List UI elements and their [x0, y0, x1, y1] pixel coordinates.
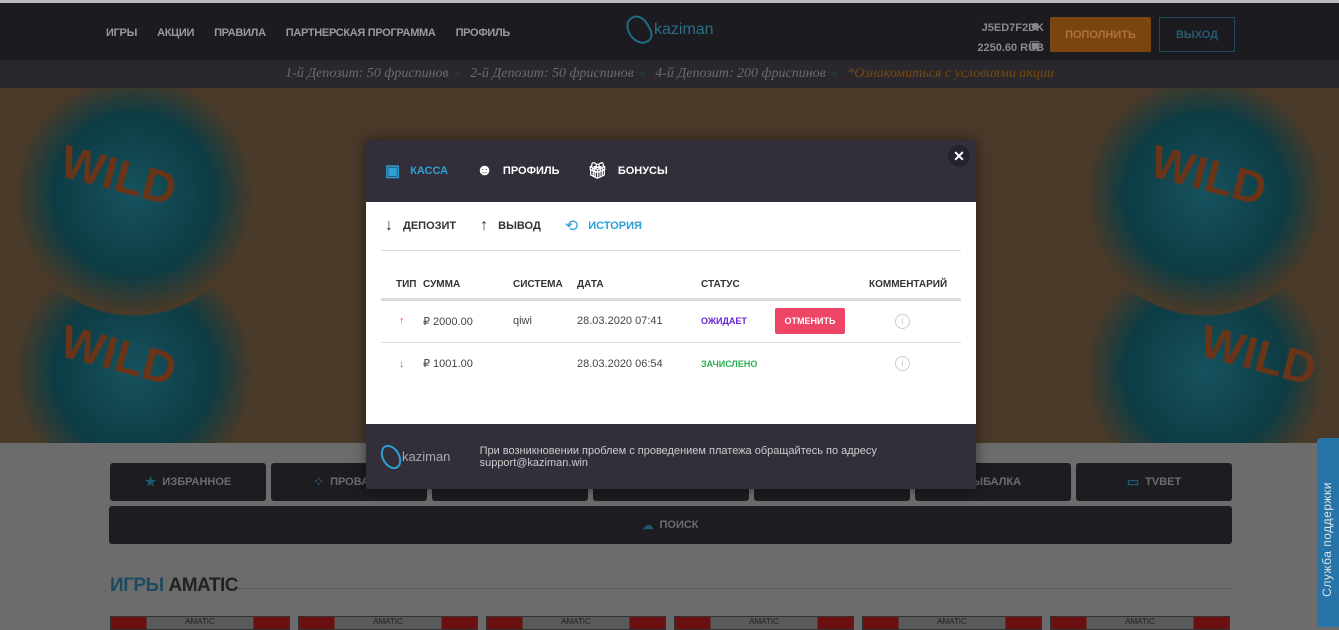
game-thumb[interactable]: AMATIC [862, 616, 1042, 630]
tab-label: КАССА [410, 165, 449, 177]
promo-terms-link[interactable]: *Ознакомиться с условиями акции [847, 66, 1054, 81]
circle-icon: ○ [454, 69, 461, 80]
wallet-icon[interactable]: ▣ [1029, 36, 1042, 55]
search-label: ПОИСК [659, 519, 699, 531]
col-type: ТИП [381, 271, 423, 301]
logout-button[interactable]: ВЫХОД [1159, 17, 1235, 52]
footer-logo: kaziman [376, 440, 480, 473]
game-thumb[interactable]: AMATIC [110, 616, 290, 630]
col-date: ДАТА [577, 271, 701, 301]
status-badge: ЗАЧИСЛЕНО [701, 358, 758, 369]
promo-item: 4-й Депозит: 200 фриспинов [655, 66, 826, 81]
support-tab[interactable]: Служба поддержки [1317, 438, 1339, 627]
history-table: ТИП СУММА СИСТЕМА ДАТА СТАТУС КОММЕНТАРИ… [381, 271, 961, 385]
logo-mark-icon [621, 11, 657, 49]
providers-icon: ⁘ [313, 474, 325, 489]
table-row: ↑ ₽ 2000.00 qiwi 28.03.2020 07:41 ОЖИДАЕ… [381, 299, 961, 343]
col-action [775, 271, 869, 301]
type-down-icon: ↓ [399, 357, 405, 370]
nav-promotions[interactable]: АКЦИИ [157, 27, 194, 39]
support-label: Служба поддержки [1320, 482, 1334, 597]
tab-cashier[interactable]: ▣ КАССА [385, 161, 448, 181]
arrow-up-icon: ↑ [480, 217, 489, 234]
nav-profile[interactable]: ПРОФИЛЬ [456, 27, 511, 39]
category-label: ИЗБРАННОЕ [162, 476, 232, 488]
banner-wild: WILD [1145, 134, 1273, 216]
arrow-down-icon: ↓ [385, 217, 393, 234]
type-up-icon: ↑ [381, 299, 423, 343]
date: 28.03.2020 06:54 [577, 357, 663, 370]
system [513, 342, 577, 385]
logo-text: kaziman [402, 449, 451, 464]
col-comment: КОММЕНТАРИЙ [869, 271, 961, 301]
nav-partner[interactable]: ПАРТНЕРСКАЯ ПРОГРАММА [286, 27, 436, 39]
logo-text: kaziman [654, 21, 714, 38]
history-icon: ⟲ [564, 218, 579, 235]
promo-item: 2-й Депозит: 50 фриспинов [470, 66, 634, 81]
tab-label: БОНУСЫ [617, 165, 668, 177]
promo-item: 1-й Депозит: 50 фриспинов [285, 66, 449, 81]
game-thumb[interactable]: AMATIC [1050, 616, 1230, 630]
amount: ₽ 2000.00 [423, 299, 513, 343]
subtab-label: ИСТОРИЯ [588, 220, 642, 232]
header: ИГРЫ АКЦИИ ПРАВИЛА ПАРТНЕРСКАЯ ПРОГРАММА… [0, 0, 1339, 60]
subtab-label: ДЕПОЗИТ [403, 220, 457, 232]
category-tvbet[interactable]: ▭ TVBET [1076, 463, 1232, 501]
nav-rules[interactable]: ПРАВИЛА [214, 27, 266, 39]
game-thumb[interactable]: AMATIC [486, 616, 666, 630]
amount: ₽ 1001.00 [423, 358, 473, 371]
category-label: TVBET [1145, 476, 1182, 488]
profile-face-icon[interactable]: ☻ [1029, 17, 1042, 36]
tab-profile[interactable]: ☻ ПРОФИЛЬ [476, 162, 559, 180]
deposit-button[interactable]: ПОПОЛНИТЬ [1050, 17, 1151, 52]
promo-bar: 1-й Депозит: 50 фриспинов ○ 2-й Депозит: … [0, 60, 1339, 88]
circle-icon: ○ [639, 69, 646, 80]
gift-icon: 🎁︎ [587, 163, 608, 180]
cashier-modal: ▣ КАССА ☻ ПРОФИЛЬ 🎁︎ БОНУСЫ ✕ ↓ ДЕПОЗИТ ↑ ВЫВ… [366, 140, 976, 489]
search-icon: ☁ [642, 519, 654, 532]
date: 28.03.2020 07:41 [577, 299, 701, 343]
support-notice: При возникновении проблем с проведением … [479, 444, 877, 469]
title-accent: ИГРЫ [110, 575, 164, 596]
info-icon[interactable]: i [895, 356, 910, 372]
close-icon[interactable]: ✕ [948, 145, 970, 167]
search-button[interactable]: ☁ ПОИСК [109, 506, 1232, 544]
modal-header: ▣ КАССА ☻ ПРОФИЛЬ 🎁︎ БОНУСЫ ✕ [366, 140, 976, 202]
subtabs: ↓ ДЕПОЗИТ ↑ ВЫВОД ⟲ ИСТОРИЯ [381, 202, 961, 251]
col-amount: СУММА [423, 271, 513, 301]
wallet-icon: ▣ [385, 163, 401, 180]
category-favorites[interactable]: ★ ИЗБРАННОЕ [110, 463, 266, 501]
game-thumb[interactable]: AMATIC [298, 616, 478, 630]
game-thumb[interactable]: AMATIC [674, 616, 854, 630]
system: qiwi [513, 299, 577, 343]
tab-label: ПРОФИЛЬ [502, 165, 560, 177]
tv-icon: ▭ [1126, 474, 1140, 489]
modal-footer: kaziman При возникновении проблем с пров… [366, 424, 976, 489]
main-nav: ИГРЫ АКЦИИ ПРАВИЛА ПАРТНЕРСКАЯ ПРОГРАММА… [106, 27, 510, 39]
subtab-history[interactable]: ⟲ ИСТОРИЯ [565, 216, 642, 236]
star-icon: ★ [144, 474, 157, 489]
tab-bonuses[interactable]: 🎁︎ БОНУСЫ [588, 161, 668, 181]
col-status: СТАТУС [701, 271, 775, 301]
subtab-withdraw[interactable]: ↑ ВЫВОД [480, 217, 541, 235]
subtab-label: ВЫВОД [498, 220, 541, 232]
game-thumbnails: AMATIC AMATIC AMATIC AMATIC AMATIC AMATI… [110, 616, 1230, 630]
nav-games[interactable]: ИГРЫ [106, 27, 137, 39]
games-section-title: ИГРЫ AMATIC [110, 575, 238, 597]
col-system: СИСТЕМА [513, 271, 577, 301]
subtab-deposit[interactable]: ↓ ДЕПОЗИТ [385, 217, 456, 235]
table-row: ↓ ₽ 1001.00 28.03.2020 06:54 ЗАЧИСЛЕНО i [381, 342, 961, 385]
face-icon: ☻ [476, 162, 493, 179]
banner-wild: WILD [55, 134, 183, 216]
title-rest: AMATIC [163, 575, 238, 596]
info-icon[interactable]: i [895, 313, 910, 329]
status-badge: ОЖИДАЕТ [701, 316, 747, 326]
divider [237, 588, 1232, 589]
circle-icon: ○ [831, 69, 838, 80]
cancel-button[interactable]: ОТМЕНИТЬ [775, 308, 845, 334]
banner-wild: WILD [1195, 314, 1323, 396]
logo[interactable]: kaziman [621, 11, 714, 49]
logo-mark-icon [376, 440, 406, 473]
banner-wild: WILD [55, 314, 183, 396]
